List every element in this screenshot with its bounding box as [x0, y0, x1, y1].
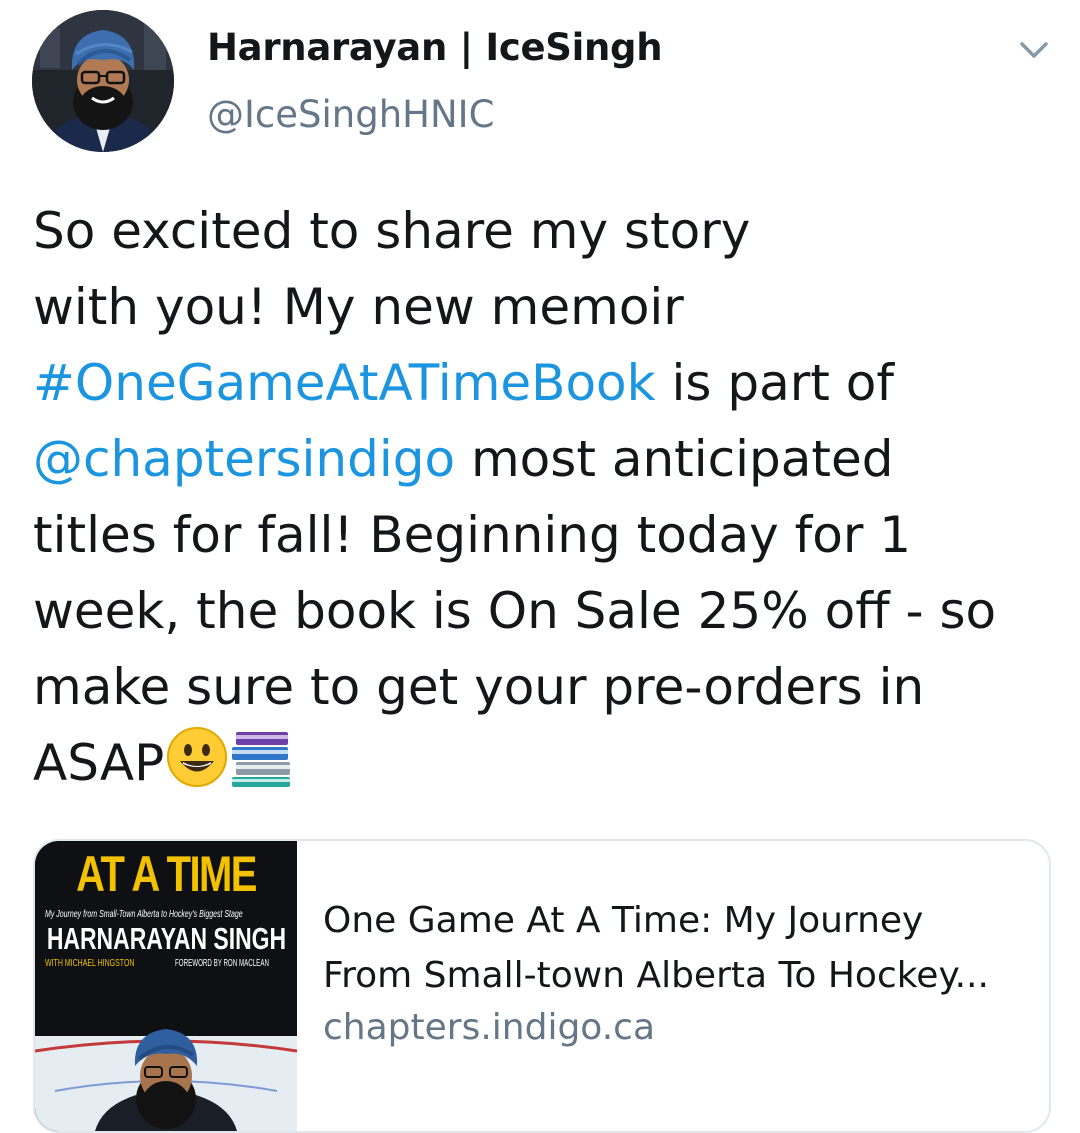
tweet-text-segment: week, the book is On Sale 25% off - so [33, 582, 997, 640]
tweet-line: @chaptersindigo most anticipated [33, 421, 1053, 497]
book-cover-subtitle: My Journey from Small-Town Alberta to Ho… [45, 909, 243, 920]
book-cover-thumbnail: AT A TIME My Journey from Small-Town Alb… [35, 841, 297, 1131]
tweet-text-segment: make sure to get your pre-orders in [33, 658, 925, 716]
book-cover-title: AT A TIME [76, 846, 257, 902]
tweet-text-segment: titles for fall! Beginning today for 1 [33, 506, 912, 564]
tweet-text-segment: ASAP [33, 734, 165, 792]
book-cover-with-line: WITH MICHAEL HINGSTON [45, 958, 135, 969]
card-domain: chapters.indigo.ca [323, 1007, 655, 1048]
tweet-text: So excited to share my story with you! M… [33, 193, 1053, 809]
tweet-text-segment: So excited to share my story [33, 202, 751, 260]
author-handle[interactable]: @IceSinghHNIC [207, 93, 494, 136]
hashtag-link[interactable]: #OneGameAtATimeBook [33, 354, 656, 412]
tweet-text-segment: is part of [655, 354, 894, 412]
card-body: One Game At A Time: My Journey From Smal… [323, 893, 1033, 1048]
book-cover-foreword-line: FOREWORD BY RON MACLEAN [175, 958, 269, 969]
card-title[interactable]: One Game At A Time: My Journey From Smal… [323, 893, 1033, 1003]
link-preview-card[interactable]: AT A TIME My Journey from Small-Town Alb… [33, 839, 1051, 1133]
tweet-line: #OneGameAtATimeBook is part of [33, 345, 1053, 421]
book-cover-author: HARNARAYAN SINGH [46, 921, 287, 956]
avatar[interactable] [32, 10, 174, 152]
tweet-line: titles for fall! Beginning today for 1 [33, 497, 1053, 573]
chevron-down-icon[interactable] [1014, 30, 1054, 70]
tweet-line: So excited to share my story [33, 193, 1053, 269]
tweet-line: week, the book is On Sale 25% off - so [33, 573, 1053, 649]
tweet-line: ASAP [33, 725, 1053, 809]
tweet-text-segment: most anticipated [455, 430, 894, 488]
tweet-text-segment: with you! My new memoir [33, 278, 684, 336]
tweet-line: make sure to get your pre-orders in [33, 649, 1053, 725]
grinning-face-emoji [166, 726, 228, 809]
card-title-line: From Small-town Alberta To Hockey... [323, 955, 989, 996]
books-emoji [230, 726, 294, 809]
card-title-line: One Game At A Time: My Journey [323, 900, 924, 941]
mention-link[interactable]: @chaptersindigo [33, 430, 455, 488]
tweet-line: with you! My new memoir [33, 269, 1053, 345]
author-name[interactable]: Harnarayan | IceSingh [207, 26, 663, 69]
